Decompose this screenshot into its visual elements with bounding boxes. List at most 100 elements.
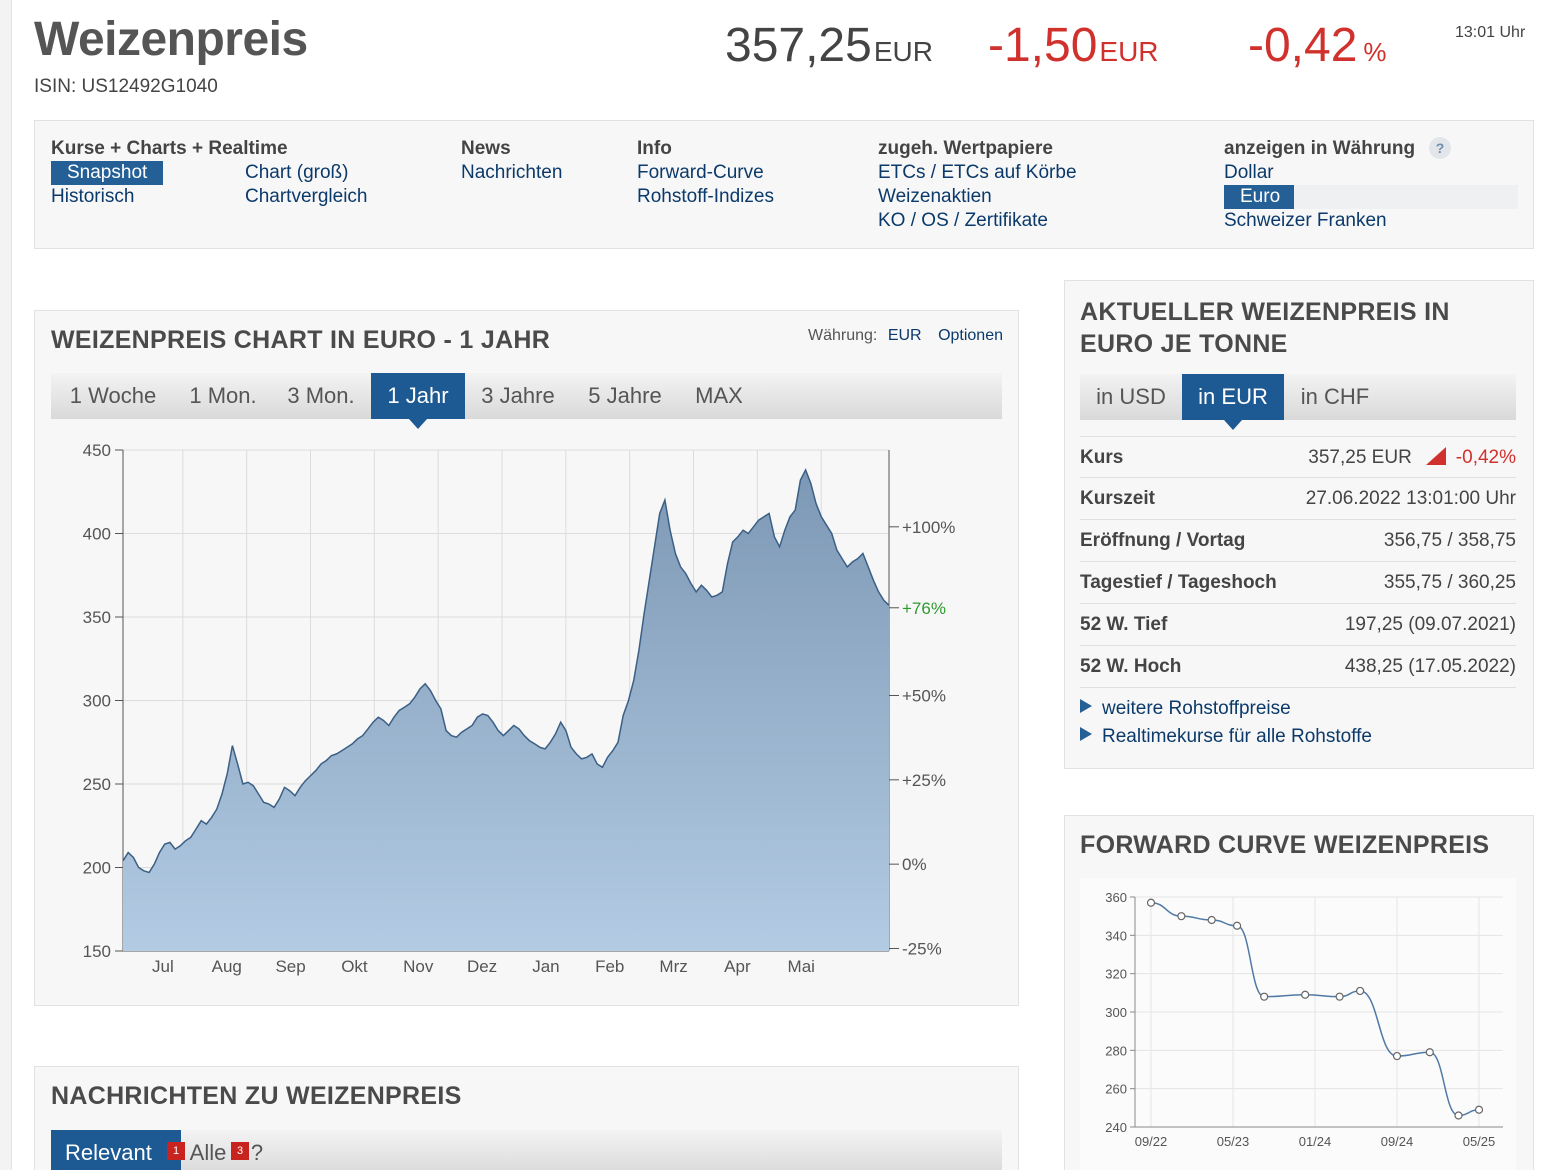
tab-max[interactable]: MAX [679, 373, 759, 419]
currency-link[interactable]: EUR [888, 327, 922, 344]
y-tick-label: 150 [83, 942, 111, 961]
x-tick-label: Mai [788, 957, 815, 976]
link-text-rohstoffpreise: weitere Rohstoffpreise [1102, 698, 1291, 719]
nav-heading-wertpapiere: zugeh. Wertpapiere [878, 138, 1053, 159]
forward-chart-bg [1080, 878, 1516, 1170]
currency-euro[interactable]: Euro [1224, 185, 1518, 209]
tab-relevant[interactable]: Relevant [51, 1130, 181, 1170]
nav-heading-info: Info [637, 138, 672, 159]
x-tick-label: Mrz [659, 957, 687, 976]
row-tagestief: Tagestief / Tageshoch 355,75 / 360,25 [1080, 562, 1516, 604]
forward-curve-point [1454, 1111, 1463, 1120]
nav-heading-currency: anzeigen in Währung? [1224, 137, 1518, 161]
y-tick-label: 450 [83, 441, 111, 460]
change-value: -1,50 [988, 19, 1098, 72]
page-title: Weizenpreis [34, 13, 308, 66]
y-tick-label: 350 [83, 608, 111, 627]
change-pct-display: -0,42% [1248, 18, 1387, 73]
x-tick-label: Okt [341, 957, 368, 976]
tab-3-mon[interactable]: 3 Mon. [271, 373, 371, 419]
value-kurs: 357,25 EUR -0,42% [1308, 437, 1516, 479]
forward-curve-point [1177, 912, 1186, 921]
y-right-tick-label: +25% [902, 771, 946, 790]
news-help-icon[interactable]: ? [247, 1130, 267, 1170]
change-display: -1,50EUR [988, 18, 1159, 73]
price-display: 357,25EUR [725, 18, 933, 73]
link-realtimekurse[interactable]: Realtimekurse für alle Rohstoffe [1080, 726, 1372, 748]
nav-snapshot[interactable]: Snapshot [51, 161, 163, 185]
forward-curve-chart[interactable]: 240 260 280 300 320 340 360 09/22 05/23 01/24 09/2… [1080, 878, 1516, 1170]
value-52w-hoch: 438,25 (17.05.2022) [1344, 656, 1516, 677]
tab-1-woche[interactable]: 1 Woche [51, 373, 175, 419]
nav-rohstoff-indizes[interactable]: Rohstoff-Indizes [637, 185, 774, 209]
y-tick-label: 340 [1105, 928, 1127, 943]
quote-panel-title: AKTUELLER WEIZENPREIS IN EURO JE TONNE [1080, 296, 1450, 360]
nav-weizenaktien[interactable]: Weizenaktien [878, 185, 1077, 209]
nav-ko-os-zertifikate[interactable]: KO / OS / Zertifikate [878, 209, 1077, 233]
help-icon[interactable]: ? [1429, 137, 1452, 159]
y-tick-label: 400 [83, 525, 111, 544]
tab-in-usd[interactable]: in USD [1080, 374, 1182, 420]
tab-1-jahr[interactable]: 1 Jahr [371, 373, 465, 429]
x-tick-label: 05/23 [1217, 1134, 1250, 1149]
tab-3-jahre[interactable]: 3 Jahre [465, 373, 571, 419]
nav-chartvergleich[interactable]: Chartvergleich [245, 185, 368, 209]
quote-currency-tabs: in USD in EUR in CHF [1080, 374, 1516, 430]
quote-time: 13:01 Uhr [1455, 24, 1526, 41]
currency-dollar[interactable]: Dollar [1224, 161, 1518, 185]
y-right-tick-label: -25% [902, 939, 942, 958]
y-tick-label: 320 [1105, 967, 1127, 982]
forward-curve-point [1146, 898, 1156, 907]
main-chart-title: WEIZENPREIS CHART IN EURO - 1 JAHR [51, 326, 551, 354]
label-52w-tief: 52 W. Tief [1080, 614, 1168, 635]
tab-alle-label: Alle [189, 1140, 227, 1165]
nav-chart-gross[interactable]: Chart (groß) [245, 161, 368, 185]
row-kurs: Kurs 357,25 EUR -0,42% [1080, 436, 1516, 478]
tab-in-chf[interactable]: in CHF [1284, 374, 1386, 420]
tab-relevant-label: Relevant [65, 1140, 152, 1165]
forward-curve-point [1335, 992, 1344, 1001]
forward-curve-point [1260, 992, 1269, 1001]
y-tick-label: 260 [1105, 1082, 1127, 1097]
tab-5-jahre[interactable]: 5 Jahre [571, 373, 679, 419]
row-52w-tief: 52 W. Tief 197,25 (09.07.2021) [1080, 604, 1516, 646]
x-tick-label: 01/24 [1299, 1134, 1332, 1149]
link-weitere-rohstoffpreise[interactable]: weitere Rohstoffpreise [1080, 698, 1291, 720]
y-tick-label: 300 [1105, 1005, 1127, 1020]
quote-table: Kurs 357,25 EUR -0,42% Kurszeit 27.06.202… [1080, 436, 1516, 688]
row-kurszeit: Kurszeit 27.06.2022 13:01:00 Uhr [1080, 478, 1516, 520]
tab-alle[interactable]: Alle [183, 1130, 233, 1170]
nav-forward-curve[interactable]: Forward-Curve [637, 161, 774, 185]
price-area-fill [123, 470, 889, 951]
nav-nachrichten[interactable]: Nachrichten [461, 161, 562, 185]
forward-curve-point [1425, 1048, 1434, 1057]
forward-curve-point [1301, 990, 1310, 999]
nav-col-wertpapiere: zugeh. Wertpapiere ETCs / ETCs auf Körbe… [878, 137, 1077, 233]
link-text-realtimekurse: Realtimekurse für alle Rohstoffe [1102, 726, 1372, 747]
price-value: 357,25 [725, 19, 872, 72]
x-tick-label: Dez [467, 957, 497, 976]
chart-range-tabs: 1 Woche 1 Mon. 3 Mon. 1 Jahr 3 Jahre 5 J… [51, 373, 1002, 429]
label-kurszeit: Kurszeit [1080, 488, 1155, 509]
price-area-chart[interactable]: 150 200 250 300 350 400 450 Jul Aug Sep Okt Nov Dez J… [51, 430, 1002, 990]
kurs-pct: -0,42% [1455, 447, 1516, 468]
arrow-right-icon [1080, 727, 1092, 741]
currency-chf[interactable]: Schweizer Franken [1224, 209, 1518, 233]
label-kurs: Kurs [1080, 447, 1124, 468]
y-tick-label: 280 [1105, 1043, 1127, 1058]
y-right-tick-label: +100% [902, 518, 955, 537]
options-link[interactable]: Optionen [938, 327, 1003, 344]
change-pct-value: -0,42 [1248, 19, 1358, 72]
label-tagestief: Tagestief / Tageshoch [1080, 572, 1277, 593]
x-tick-label: 09/24 [1381, 1134, 1414, 1149]
isin-label: ISIN: US12492G1040 [34, 76, 218, 97]
tab-1-mon[interactable]: 1 Mon. [175, 373, 271, 419]
quote-title-line2: EURO JE TONNE [1080, 330, 1288, 358]
value-52w-tief: 197,25 (09.07.2021) [1344, 614, 1516, 635]
quote-title-line1: AKTUELLER WEIZENPREIS IN [1080, 298, 1450, 326]
nav-col-info: Info Forward-Curve Rohstoff-Indizes [637, 137, 774, 209]
nav-col-currency: anzeigen in Währung? Dollar Euro Schweiz… [1224, 137, 1518, 233]
tab-in-eur[interactable]: in EUR [1182, 374, 1284, 430]
nav-etcs[interactable]: ETCs / ETCs auf Körbe [878, 161, 1077, 185]
chart-options: Währung: EUR Optionen [808, 327, 1003, 345]
